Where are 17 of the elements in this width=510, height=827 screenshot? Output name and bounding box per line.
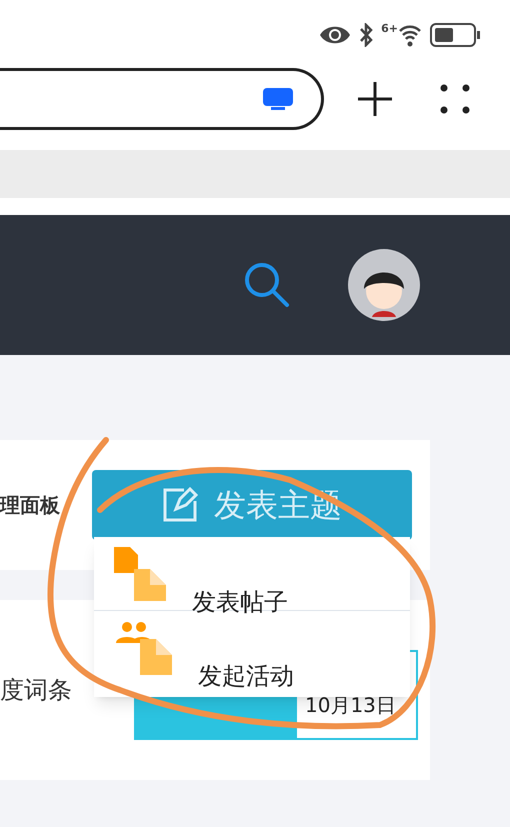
network-label: 6+ bbox=[381, 22, 398, 34]
battery-icon bbox=[430, 22, 482, 48]
menu-icon[interactable] bbox=[440, 84, 470, 114]
plus-icon[interactable] bbox=[358, 82, 392, 116]
documents-icon bbox=[114, 546, 168, 600]
people-document-icon bbox=[114, 621, 174, 675]
edit-icon bbox=[162, 487, 198, 523]
screen-icon bbox=[263, 88, 293, 110]
date-label: 10月13日 bbox=[305, 692, 396, 719]
bluetooth-icon bbox=[359, 22, 374, 46]
dropdown-item-label: 发起活动 bbox=[198, 661, 294, 692]
address-field[interactable] bbox=[0, 68, 324, 130]
wifi-icon bbox=[398, 22, 422, 46]
dropdown-item[interactable]: 发表帖子 bbox=[94, 537, 410, 611]
avatar-icon[interactable] bbox=[348, 249, 420, 321]
row-title: 度词条 bbox=[0, 675, 73, 706]
search-icon[interactable] bbox=[242, 260, 292, 310]
